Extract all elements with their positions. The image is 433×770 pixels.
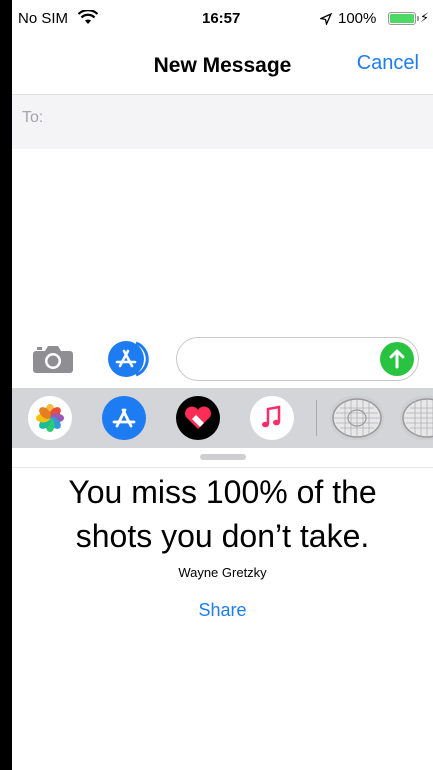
app-store-strip-button[interactable]	[102, 396, 146, 440]
nav-bar: New Message Cancel	[12, 40, 433, 94]
sticker-icon	[332, 398, 382, 438]
app-store-icon	[112, 408, 136, 428]
quote-extension-panel: You miss 100% of the shots you don’t tak…	[12, 448, 433, 770]
sticker-icon	[402, 398, 433, 438]
camera-icon	[33, 346, 73, 373]
photos-app-button[interactable]	[28, 396, 72, 440]
sticker-app-button[interactable]	[330, 396, 384, 440]
battery-icon	[388, 12, 419, 25]
location-arrow-icon	[318, 12, 333, 30]
camera-button[interactable]	[32, 344, 74, 374]
app-drawer	[12, 388, 433, 448]
recipient-bar: To:	[12, 94, 433, 149]
recipient-input[interactable]	[56, 101, 423, 143]
carrier-label: No SIM	[18, 10, 69, 27]
app-store-button[interactable]	[106, 339, 150, 379]
digital-touch-button[interactable]	[176, 396, 220, 440]
quote-author: Wayne Gretzky	[178, 565, 267, 580]
digital-touch-icon	[185, 406, 211, 429]
messages-screen: No SIM 16:57 100% ⚡ New Message Cancel T…	[12, 0, 433, 770]
divider	[12, 467, 433, 468]
drag-handle[interactable]	[200, 454, 246, 460]
compose-bar	[12, 332, 433, 388]
strip-divider	[316, 400, 317, 436]
arrow-up-icon	[389, 349, 405, 369]
wifi-icon	[77, 9, 99, 31]
share-button[interactable]: Share	[12, 600, 433, 621]
quote-line: You miss 100% of the	[68, 474, 377, 510]
quote-text: You miss 100% of the shots you don’t tak…	[12, 470, 433, 558]
quote-line: shots you don’t take.	[75, 518, 370, 554]
status-time: 16:57	[202, 10, 241, 27]
sticker-app-button[interactable]	[400, 396, 433, 440]
to-label: To:	[22, 109, 44, 126]
battery-percent: 100%	[338, 10, 377, 27]
music-icon	[262, 405, 281, 428]
charging-bolt-icon: ⚡	[420, 10, 430, 25]
app-store-icon	[108, 341, 149, 377]
status-bar: No SIM 16:57 100% ⚡	[12, 0, 433, 40]
music-app-button[interactable]	[250, 396, 294, 440]
message-input[interactable]	[176, 337, 419, 381]
send-button[interactable]	[380, 342, 414, 376]
photos-icon	[36, 404, 64, 432]
cancel-button[interactable]: Cancel	[357, 52, 419, 75]
